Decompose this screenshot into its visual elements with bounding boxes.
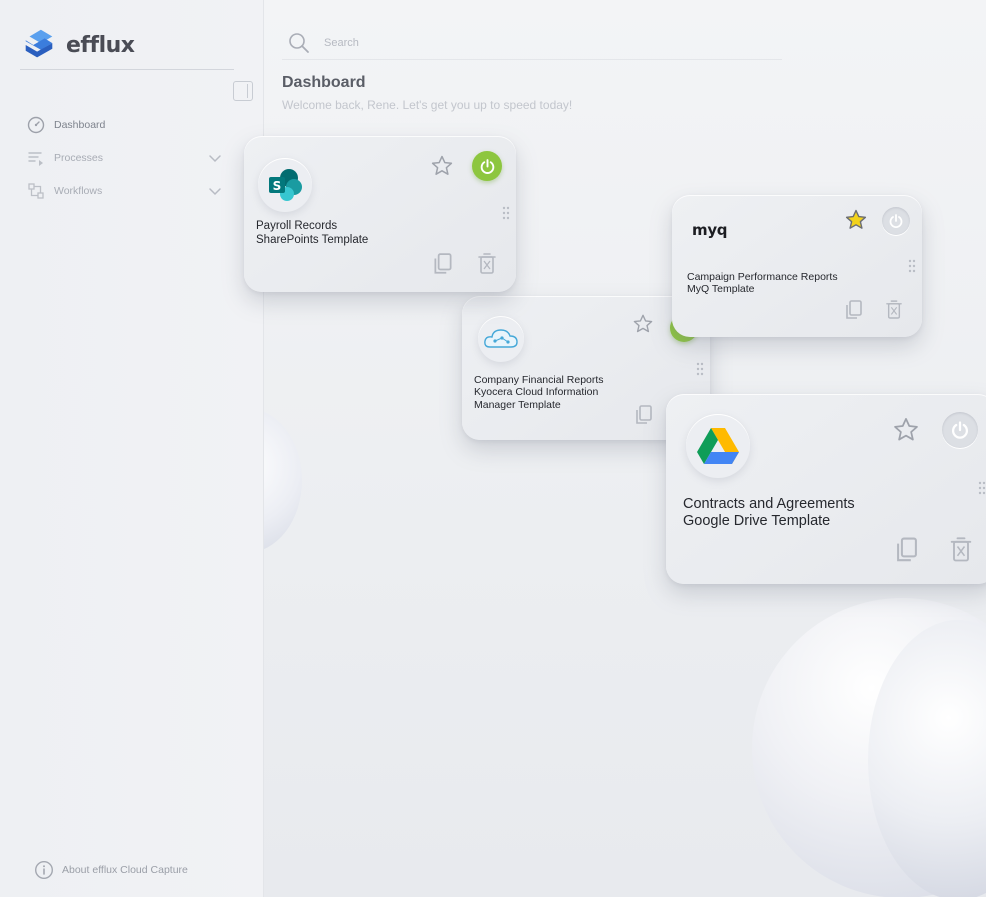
card-title-line: Campaign Performance Reports (687, 271, 838, 283)
template-card-sharepoint[interactable]: S Payroll Records SharePoints Template (244, 136, 516, 292)
copy-icon[interactable] (844, 299, 864, 321)
card-title-line: Company Financial Reports (474, 374, 604, 386)
search-placeholder: Search (324, 36, 359, 49)
drag-handle-icon[interactable] (696, 362, 704, 376)
power-icon (889, 214, 903, 228)
chevron-down-icon[interactable] (208, 184, 222, 198)
page-subtitle: Welcome back, Rene. Let's get you up to … (282, 98, 573, 112)
myq-logo-text: myq (692, 221, 728, 239)
copy-icon[interactable] (432, 252, 454, 276)
card-title-line: SharePoints Template (256, 233, 369, 246)
chevron-down-icon[interactable] (208, 151, 222, 165)
template-card-google-drive[interactable]: Contracts and Agreements Google Drive Te… (666, 394, 986, 584)
myq-logo: myq (692, 221, 728, 239)
efflux-logo-icon (25, 29, 53, 58)
collapse-sidebar-button[interactable] (233, 81, 253, 101)
trash-icon[interactable] (886, 299, 902, 321)
card-title-line: Manager Template (474, 398, 561, 411)
sharepoint-icon: S (258, 158, 312, 212)
star-icon[interactable] (892, 416, 920, 444)
card-title-line: Contracts and Agreements (683, 496, 855, 512)
trash-icon[interactable] (950, 536, 972, 564)
sidebar-item-processes[interactable]: Processes (26, 148, 103, 168)
workflow-icon (26, 181, 46, 201)
sidebar-item-dashboard[interactable]: Dashboard (26, 115, 105, 135)
sidebar-item-workflows[interactable]: Workflows (26, 181, 102, 201)
power-icon (480, 158, 494, 174)
card-title-line: Kyocera Cloud Information (474, 386, 599, 399)
app-window: efflux Dashboard Processes Workflows Abo… (0, 0, 986, 897)
gauge-icon (26, 115, 46, 135)
template-card-myq[interactable]: myq Campaign Performance Reports MyQ Tem… (672, 195, 922, 337)
kyocera-cloud-icon (478, 316, 524, 362)
svg-text:S: S (273, 179, 282, 193)
card-title: Payroll Records SharePoints Template (256, 220, 368, 247)
power-toggle-off[interactable] (942, 412, 978, 448)
card-title: Contracts and Agreements Google Drive Te… (683, 496, 855, 530)
star-filled-icon[interactable] (844, 208, 868, 232)
card-title: Company Financial Reports Kyocera Cloud … (474, 374, 604, 411)
sidebar: efflux Dashboard Processes Workflows Abo… (0, 0, 264, 897)
copy-icon[interactable] (894, 536, 920, 564)
card-title: Campaign Performance Reports MyQ Templat… (687, 271, 838, 296)
page-title: Dashboard (282, 74, 366, 91)
about-label: About efflux Cloud Capture (62, 864, 188, 876)
info-icon (34, 860, 54, 880)
star-icon[interactable] (632, 313, 654, 335)
power-icon (952, 421, 968, 439)
drag-handle-icon[interactable] (502, 206, 510, 220)
trash-icon[interactable] (478, 252, 496, 276)
power-toggle-off[interactable] (882, 207, 910, 235)
drag-handle-icon[interactable] (978, 480, 986, 496)
search-input[interactable]: Search (282, 26, 782, 60)
card-title-line: Payroll Records (256, 220, 338, 232)
app-logo[interactable]: efflux (20, 26, 135, 64)
card-title-line: MyQ Template (687, 283, 755, 296)
processes-icon (26, 148, 46, 168)
power-toggle-on[interactable] (472, 151, 502, 181)
search-icon (289, 32, 309, 53)
sidebar-item-label: Processes (54, 152, 104, 164)
drag-handle-icon[interactable] (908, 259, 916, 273)
copy-icon[interactable] (634, 404, 654, 426)
app-name: efflux (66, 32, 135, 58)
google-drive-icon (686, 414, 750, 478)
sidebar-item-label: Dashboard (54, 119, 106, 131)
about-link[interactable]: About efflux Cloud Capture (34, 860, 188, 880)
star-icon[interactable] (430, 154, 454, 178)
sidebar-item-label: Workflows (54, 185, 103, 197)
card-title-line: Google Drive Template (683, 513, 831, 530)
divider (20, 69, 234, 70)
